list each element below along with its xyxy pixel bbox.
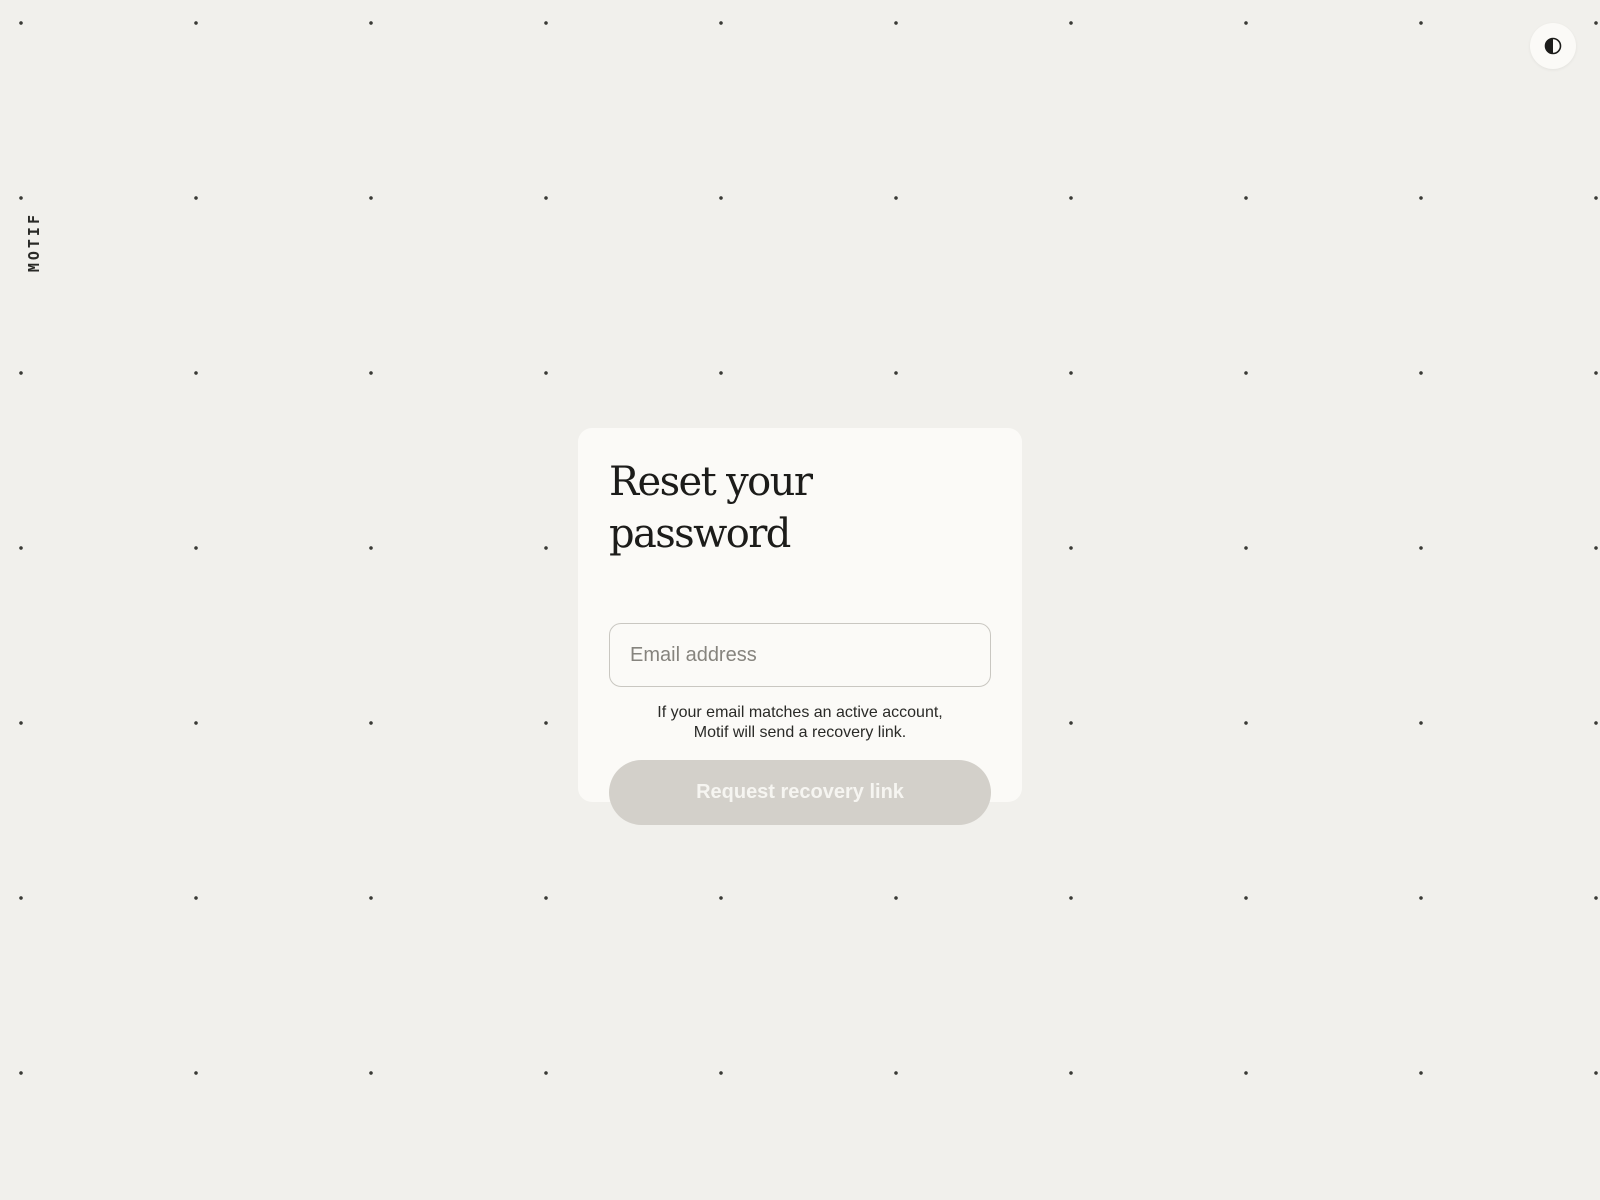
recovery-hint: If your email matches an active account,… — [609, 703, 991, 743]
contrast-icon — [1544, 37, 1562, 55]
reset-password-card: Reset your password If your email matche… — [578, 428, 1022, 825]
email-input[interactable] — [609, 623, 991, 687]
request-recovery-link-button[interactable]: Request recovery link — [609, 760, 991, 825]
recovery-hint-line-1: If your email matches an active account, — [657, 704, 943, 721]
recovery-hint-line-2: Motif will send a recovery link. — [693, 724, 907, 741]
brand-wordmark: MOTIF — [25, 212, 43, 273]
page-title: Reset your password — [609, 459, 813, 557]
theme-toggle-button[interactable] — [1530, 23, 1576, 69]
